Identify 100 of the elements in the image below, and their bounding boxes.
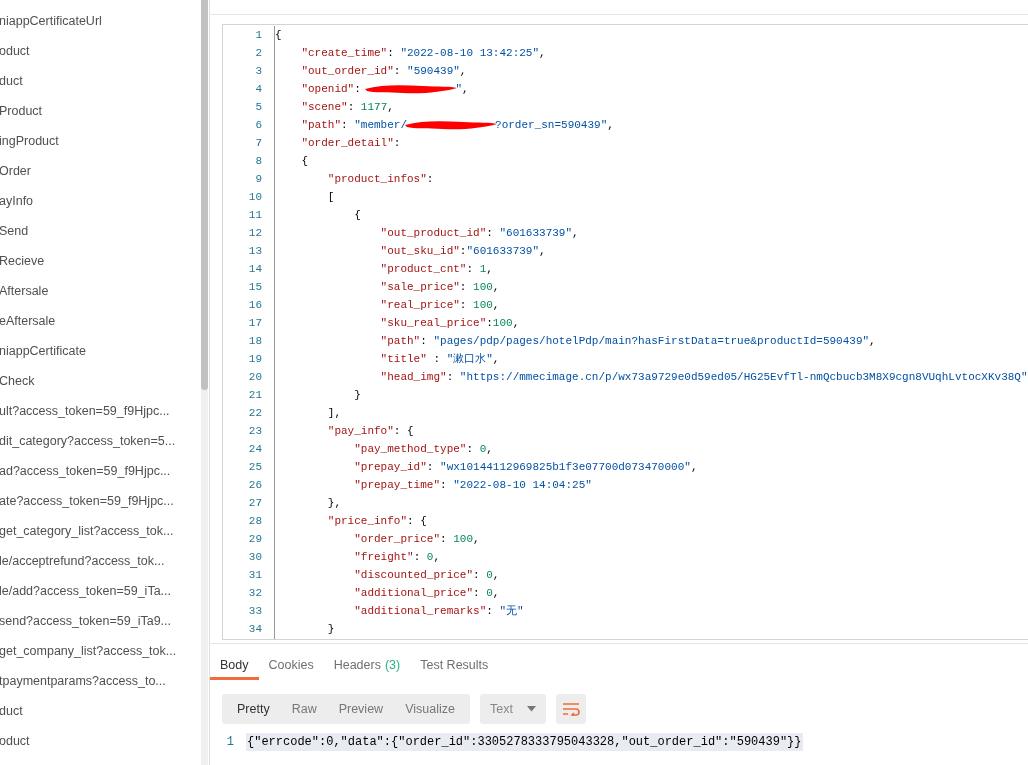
request-item[interactable]: ingProduct xyxy=(0,131,59,151)
code-line: [ xyxy=(326,190,335,205)
request-item[interactable]: tpaymentparams?access_to... xyxy=(0,671,166,691)
response-tab[interactable]: Headers (3) xyxy=(323,654,411,680)
wrap-button[interactable] xyxy=(555,694,586,724)
code-line: { xyxy=(300,154,308,169)
view-mode-option[interactable]: Raw xyxy=(280,694,328,724)
code-line: "freight": 0, xyxy=(353,550,441,565)
line-number: 1 xyxy=(255,28,262,43)
request-item[interactable]: Check xyxy=(0,371,35,391)
request-item[interactable]: dit_category?access_token=5... xyxy=(0,431,176,451)
code-line: "pay_info": { xyxy=(326,424,414,439)
line-number: 24 xyxy=(248,442,262,457)
line-number: 20 xyxy=(248,370,262,385)
line-number: 16 xyxy=(248,298,262,313)
code-line: "path": "pages/pdp/pages/hotelPdp/main?hasFirstData=true&productId=590439", xyxy=(379,334,876,349)
wrap-lines-icon xyxy=(561,702,580,716)
line-number: 28 xyxy=(248,514,262,529)
scrollbar[interactable] xyxy=(201,0,208,765)
code-line: "head_img": "https://mmecimage.cn/p/wx73a9729e0d59ed05/HG25EvfTl-nmQcbucb3M8X9cgn8VUqhLvtocXKv38Q" xyxy=(379,370,1028,385)
code-text: "path": "member/ xyxy=(300,118,408,133)
code-line: "price_info": { xyxy=(326,514,427,529)
line-number: 23 xyxy=(248,424,262,439)
code-line: "order_detail": xyxy=(300,136,401,151)
response-tab[interactable]: Test Results xyxy=(410,654,499,680)
request-item[interactable]: get_company_list?access_tok... xyxy=(0,641,177,661)
view-mode-option[interactable]: Visualize xyxy=(394,694,466,724)
line-number: 33 xyxy=(248,604,262,619)
request-item[interactable]: niappCertificate xyxy=(0,341,86,361)
code-editor[interactable] xyxy=(222,24,1028,640)
line-number: 25 xyxy=(248,460,262,475)
line-number: 15 xyxy=(248,280,262,295)
line-number: 3 xyxy=(255,64,262,79)
code-text: ", xyxy=(455,82,469,97)
line-number: 2 xyxy=(255,46,262,61)
line-number: 29 xyxy=(248,532,262,547)
caret-icon xyxy=(526,706,536,712)
code-line: { xyxy=(275,28,282,43)
line-number: 30 xyxy=(248,550,262,565)
line-number: 32 xyxy=(248,586,262,601)
line-number: 27 xyxy=(248,496,262,511)
code-line: "product_cnt": 1, xyxy=(379,262,493,277)
code-line: } xyxy=(326,622,335,637)
code-line: "additional_price": 0, xyxy=(353,586,500,601)
request-item[interactable]: Send xyxy=(0,221,29,241)
request-item[interactable]: le/add?access_token=59_iTa... xyxy=(0,581,171,601)
response-tab[interactable]: Cookies xyxy=(258,654,324,680)
view-mode-option[interactable]: Preview xyxy=(327,694,395,724)
line-number: 21 xyxy=(248,388,262,403)
line-number: 10 xyxy=(248,190,262,205)
request-item[interactable]: duct xyxy=(0,701,23,721)
code-line: "pay_method_type": 0, xyxy=(353,442,493,457)
code-line: "order_price": 100, xyxy=(353,532,480,547)
code-line: "product_infos": xyxy=(326,172,434,187)
request-item[interactable]: Order xyxy=(0,161,31,181)
request-item[interactable]: oduct xyxy=(0,731,30,751)
code-line: "sku_real_price":100, xyxy=(379,316,520,331)
line-number: 4 xyxy=(255,82,262,97)
line-number: 8 xyxy=(255,154,262,169)
code-line: "discounted_price": 0, xyxy=(353,568,500,583)
line-number: 26 xyxy=(248,478,262,493)
line-number: 22 xyxy=(248,406,262,421)
request-item[interactable]: ad?access_token=59_f9Hjpc... xyxy=(0,461,171,481)
code-line: "real_price": 100, xyxy=(379,298,500,313)
request-item[interactable]: le/acceptrefund?access_tok... xyxy=(0,551,165,571)
line-number: 14 xyxy=(248,262,262,277)
request-item[interactable]: ayInfo xyxy=(0,191,34,211)
line-number: 18 xyxy=(248,334,262,349)
code-line: "sale_price": 100, xyxy=(379,280,500,295)
code-text: ?order_sn=590439", xyxy=(495,118,614,133)
code-line: "additional_remarks": "无" xyxy=(353,604,524,619)
line-number: 34 xyxy=(248,622,262,637)
line-number: 5 xyxy=(255,100,262,115)
request-item[interactable]: ult?access_token=59_f9Hjpc... xyxy=(0,401,170,421)
request-item[interactable]: ate?access_token=59_f9Hjpc... xyxy=(0,491,174,511)
request-item[interactable]: niappCertificateUrl xyxy=(0,11,102,31)
code-text: "openid": xyxy=(300,82,362,97)
response-body-text: {"errcode":0,"data":{"order_id":3305278333795043328,"out_order_id":"590439"}} xyxy=(246,733,803,751)
request-item[interactable]: duct xyxy=(0,71,23,91)
request-item[interactable]: get_category_list?access_tok... xyxy=(0,521,174,541)
code-line: { xyxy=(353,208,361,223)
code-line: "prepay_time": "2022-08-10 14:04:25" xyxy=(353,478,592,493)
request-item[interactable]: eAftersale xyxy=(0,311,56,331)
request-item[interactable]: oduct xyxy=(0,41,30,61)
line-number: 9 xyxy=(255,172,262,187)
response-tab[interactable]: Body xyxy=(210,654,259,680)
code-line: "out_product_id": "601633739", xyxy=(379,226,579,241)
line-number: 31 xyxy=(248,568,262,583)
code-line: }, xyxy=(326,496,341,511)
code-line: "scene": 1177, xyxy=(300,100,394,115)
request-item[interactable]: send?access_token=59_iTa9... xyxy=(0,611,171,631)
request-item[interactable]: Recieve xyxy=(0,251,45,271)
code-line: } xyxy=(353,388,361,403)
line-number: 1 xyxy=(225,734,235,751)
request-item[interactable]: Product xyxy=(0,101,43,121)
code-line: "out_order_id": "590439", xyxy=(300,64,467,79)
code-line: ], xyxy=(326,406,341,421)
view-mode-option[interactable]: Pretty xyxy=(226,694,281,724)
code-line: "prepay_id": "wx10144112969825b1f3e07700d073470000", xyxy=(353,460,698,475)
code-line: "out_sku_id":"601633739", xyxy=(379,244,546,259)
